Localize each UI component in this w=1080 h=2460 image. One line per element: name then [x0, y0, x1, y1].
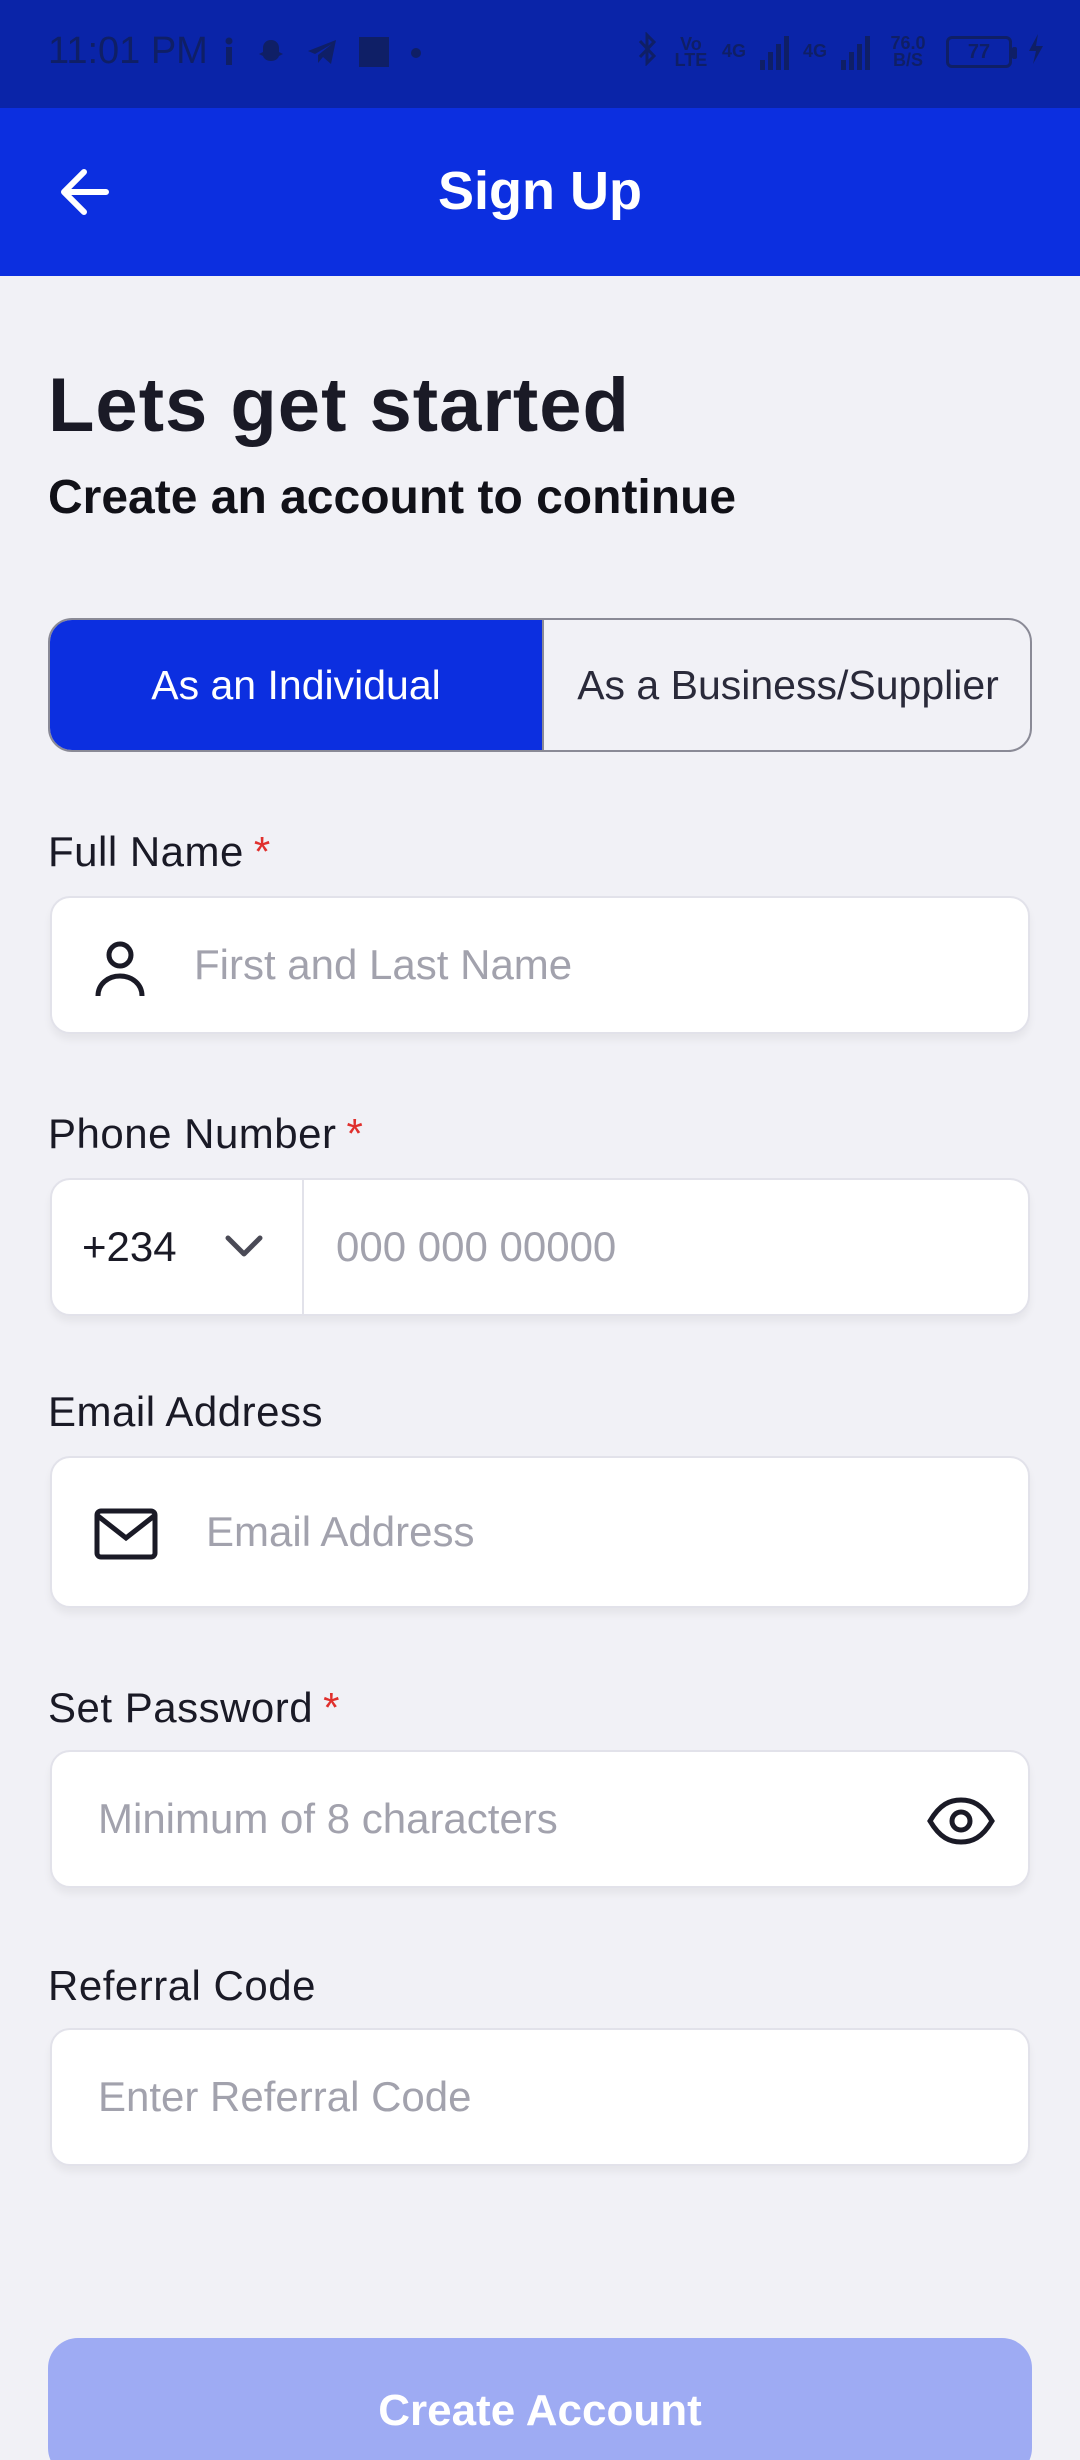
password-field[interactable]: Minimum of 8 characters [50, 1750, 1030, 1888]
phone-field: +234 000 000 00000 [50, 1178, 1030, 1316]
charging-icon [1026, 32, 1046, 71]
mail-icon [94, 1508, 158, 1565]
network-label-1: 4G [721, 41, 746, 61]
referral-label: Referral Code [48, 1962, 316, 2009]
required-mark: * [323, 1684, 340, 1731]
intro-subheading: Create an account to continue [48, 471, 737, 524]
phone-input[interactable]: 000 000 00000 [336, 1180, 616, 1314]
network-label-2: 4G [802, 41, 827, 61]
country-code-select[interactable]: +234 [52, 1180, 304, 1314]
password-label-text: Set Password [48, 1684, 314, 1731]
email-label: Email Address [48, 1388, 323, 1435]
dot-icon [410, 46, 422, 64]
account-type-toggle: As an Individual As a Business/Supplier [48, 618, 1032, 752]
required-mark: * [253, 828, 271, 875]
volte-label: Vo LTE [674, 33, 708, 70]
full-name-label-text: Full Name [48, 828, 244, 875]
referral-field[interactable]: Enter Referral Code [50, 2028, 1030, 2166]
page-title: Sign Up [438, 161, 642, 221]
battery-icon: 77 [946, 35, 1017, 68]
app-bar: Sign Up [0, 108, 1080, 276]
notification-icons [222, 36, 422, 73]
password-input[interactable]: Minimum of 8 characters [98, 1752, 558, 1886]
country-code-value: +234 [82, 1223, 177, 1270]
snapchat-icon [256, 37, 286, 72]
full-name-input[interactable]: First and Last Name [194, 898, 572, 1032]
app-square-icon [358, 36, 390, 73]
create-account-button[interactable]: Create Account [48, 2338, 1032, 2460]
signal-icon-2 [841, 34, 870, 70]
tab-individual[interactable]: As an Individual [50, 620, 542, 750]
intro-heading: Lets get started [48, 363, 630, 448]
tab-business-supplier[interactable]: As a Business/Supplier [542, 620, 1030, 750]
status-time: 11:01 PM [48, 30, 208, 72]
phone-label-text: Phone Number [48, 1110, 337, 1157]
eye-icon[interactable] [926, 1796, 996, 1851]
full-name-label: Full Name * [48, 828, 271, 876]
full-name-field[interactable]: First and Last Name [50, 896, 1030, 1034]
password-label: Set Password * [48, 1684, 340, 1732]
signal-icon [759, 34, 789, 70]
battery-level: 77 [967, 40, 991, 63]
person-icon [92, 938, 148, 1003]
phone-label: Phone Number * [48, 1110, 363, 1158]
bluetooth-icon [636, 31, 660, 71]
referral-input[interactable]: Enter Referral Code [98, 2030, 472, 2164]
info-icon [222, 37, 236, 72]
email-field[interactable]: Email Address [50, 1456, 1030, 1608]
telegram-icon [306, 37, 338, 72]
required-mark: * [346, 1110, 364, 1157]
system-icons: Vo LTE 4G 4G 76.0 B/S 77 [636, 31, 1046, 71]
chevron-down-icon [222, 1224, 266, 1268]
email-input[interactable]: Email Address [206, 1458, 474, 1606]
data-speed: 76.0 B/S [890, 32, 926, 70]
status-bar: 11:01 PM Vo LTE 4G 4G 76.0 B/S 77 [0, 0, 1080, 108]
